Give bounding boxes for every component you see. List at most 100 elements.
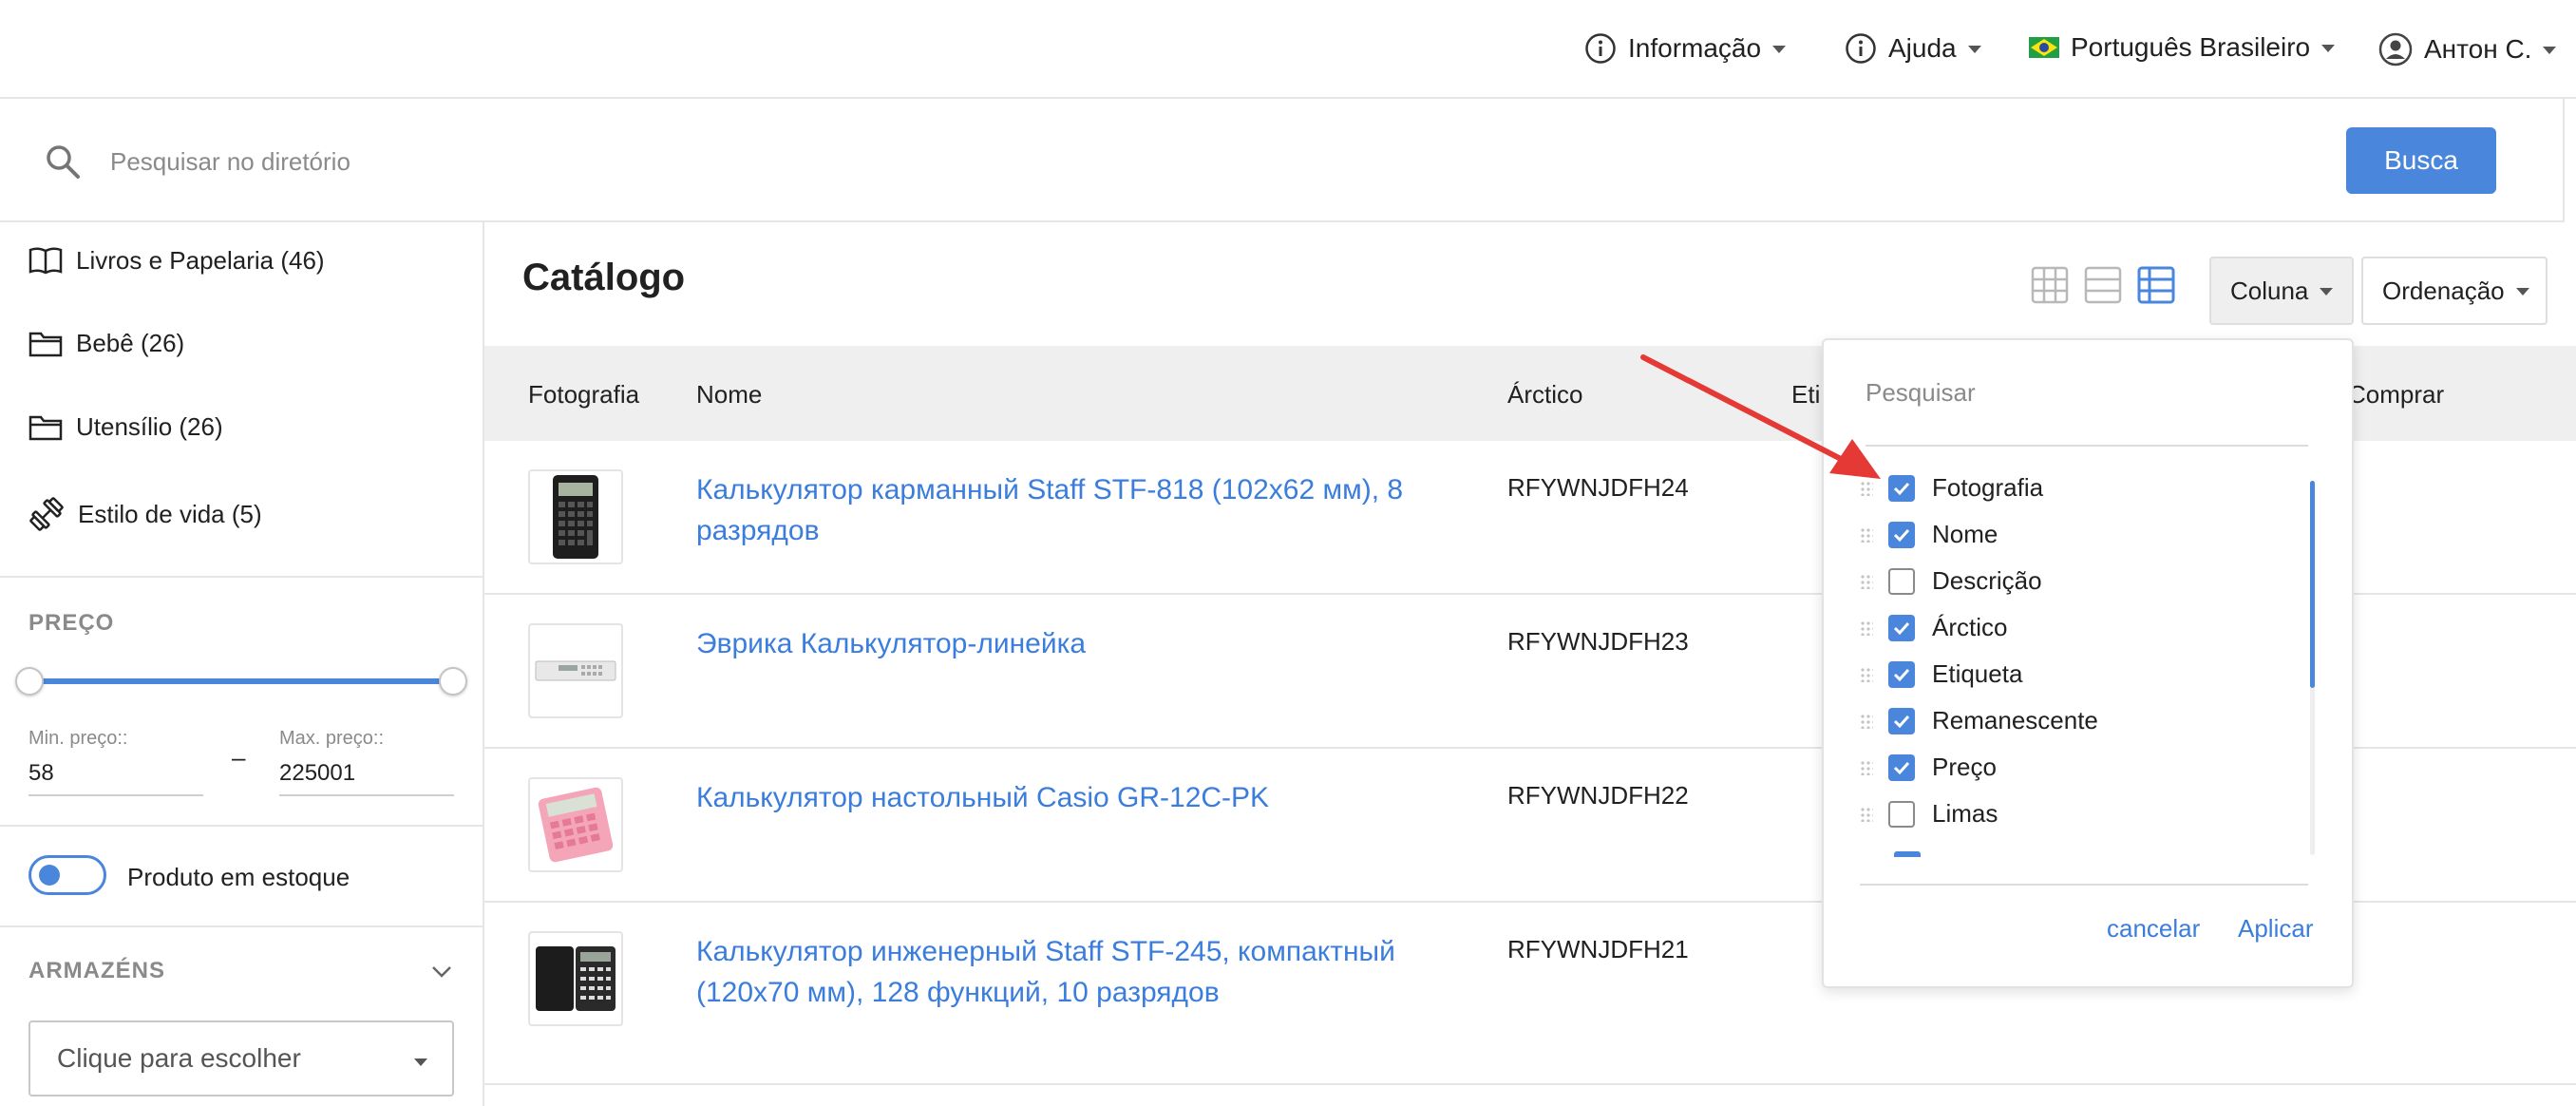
warehouse-select[interactable]: Clique para escolher [28, 1020, 454, 1096]
column-option-description[interactable]: Descrição [1860, 566, 2042, 596]
chevron-down-icon [1772, 46, 1787, 53]
product-thumbnail[interactable] [528, 777, 623, 872]
column-option-label: Descrição [1932, 566, 2042, 595]
checkbox-unchecked[interactable] [1888, 800, 1915, 828]
product-thumbnail[interactable] [528, 469, 623, 564]
search-input[interactable] [110, 141, 1535, 182]
column-option-label: Nome [1932, 520, 1998, 548]
divider [0, 825, 483, 827]
column-option-tag[interactable]: Etiqueta [1860, 659, 2022, 689]
brazil-flag-icon [2029, 37, 2059, 58]
warehouse-select-placeholder: Clique para escolher [57, 1043, 301, 1073]
sort-button-label: Ordenação [2382, 276, 2505, 305]
sidebar-item-lifestyle[interactable]: Estilo de vida (5) [28, 496, 262, 532]
dumbbell-icon [29, 497, 64, 531]
column-option-remaining[interactable]: Remanescente [1860, 706, 2098, 735]
column-option-label: Remanescente [1932, 706, 2098, 734]
column-button[interactable]: Coluna [2209, 257, 2354, 325]
checkbox-unchecked[interactable] [1888, 567, 1915, 595]
checkbox-checked[interactable] [1888, 521, 1915, 548]
sidebar-item-baby[interactable]: Bebê (26) [28, 329, 184, 358]
drag-handle-icon[interactable] [1860, 620, 1873, 636]
sidebar-item-label: Livros e Papelaria (46) [76, 245, 325, 275]
search-button[interactable]: Busca [2346, 127, 2496, 194]
product-thumbnail[interactable] [528, 931, 623, 1026]
product-name-link[interactable]: Калькулятор карманный Staff STF-818 (102… [696, 469, 1437, 551]
folder-icon [28, 415, 63, 440]
list-view-icon[interactable] [2084, 266, 2122, 304]
sidebar-item-books[interactable]: Livros e Papelaria (46) [28, 245, 325, 276]
column-header-article[interactable]: Árctico [1507, 380, 1582, 410]
sidebar: Livros e Papelaria (46) Bebê (26) Utensí… [0, 222, 484, 1106]
chevron-down-icon[interactable] [429, 962, 454, 981]
user-menu-label: Антон С. [2424, 34, 2532, 64]
in-stock-toggle[interactable] [28, 855, 106, 895]
column-button-label: Coluna [2230, 276, 2309, 305]
column-option-price[interactable]: Preço [1860, 753, 1997, 782]
price-range-separator: – [232, 743, 246, 772]
user-menu[interactable]: Антон С. [2378, 32, 2557, 67]
help-menu[interactable]: Ajuda [1845, 32, 1981, 65]
table-view-icon[interactable] [2137, 266, 2175, 304]
column-option-label: Preço [1932, 753, 1997, 781]
drag-handle-icon[interactable] [1860, 666, 1873, 682]
column-option-label: Limas [1932, 799, 1998, 828]
info-icon [1846, 33, 1876, 64]
checkbox-checked[interactable] [1888, 474, 1915, 502]
column-option-name[interactable]: Nome [1860, 520, 1998, 549]
product-name-link[interactable]: Эврика Калькулятор-линейка [696, 623, 1437, 664]
price-slider-track[interactable] [28, 678, 454, 684]
max-price-label: Max. preço:: [279, 728, 385, 749]
max-price-input[interactable]: 225001 [279, 760, 454, 796]
column-option-label: Etiqueta [1932, 659, 2023, 688]
language-menu[interactable]: Português Brasileiro [2029, 32, 2336, 63]
column-option-article[interactable]: Árctico [1860, 613, 2007, 642]
search-icon [47, 145, 80, 179]
user-avatar-icon [2378, 32, 2413, 67]
column-header-name[interactable]: Nome [696, 380, 762, 410]
search-bar: Busca [0, 99, 2565, 222]
drag-handle-icon[interactable] [1860, 713, 1873, 729]
warehouses-section-title: ARMAZÉNS [28, 958, 165, 983]
info-menu[interactable]: Informação [1584, 32, 1787, 65]
product-name-link[interactable]: Калькулятор инженерный Staff STF-245, ко… [696, 931, 1437, 1013]
checkbox-checked[interactable] [1888, 753, 1915, 781]
chevron-down-icon [2321, 45, 2336, 52]
chevron-down-icon [2543, 47, 2557, 54]
column-option-files[interactable]: Limas [1860, 799, 1998, 829]
cancel-button[interactable]: cancelar [2107, 914, 2200, 944]
drag-handle-icon[interactable] [1860, 806, 1873, 822]
product-sku: RFYWNJDFH23 [1507, 627, 1689, 656]
checkbox-checked[interactable] [1888, 614, 1915, 641]
drag-handle-icon[interactable] [1860, 526, 1873, 543]
price-slider-min-handle[interactable] [15, 667, 44, 696]
column-header-buy[interactable]: Comprar [2348, 380, 2444, 410]
sidebar-item-label: Estilo de vida (5) [78, 499, 262, 528]
column-header-photo[interactable]: Fotografia [528, 380, 639, 410]
checkbox-checked[interactable] [1888, 707, 1915, 734]
info-menu-label: Informação [1628, 33, 1762, 63]
product-thumbnail[interactable] [528, 623, 623, 718]
product-sku: RFYWNJDFH21 [1507, 935, 1689, 963]
pink-calculator-image [538, 787, 614, 863]
apply-button[interactable]: Aplicar [2238, 914, 2313, 944]
chevron-down-icon [2515, 288, 2529, 296]
annotation-arrow-icon [1640, 354, 1881, 479]
product-name-link[interactable]: Калькулятор настольный Casio GR-12C-PK [696, 777, 1437, 818]
sort-button[interactable]: Ordenação [2361, 257, 2548, 325]
grid-view-icon[interactable] [2031, 266, 2069, 304]
divider [1866, 445, 2308, 447]
column-list: Fotografia Nome Descrição Árctico Etique… [1824, 460, 2318, 720]
column-option-label: Árctico [1932, 613, 2008, 641]
chevron-down-icon [1967, 46, 1981, 53]
sidebar-item-utensil[interactable]: Utensílio (26) [28, 412, 223, 442]
min-price-input[interactable]: 58 [28, 760, 203, 796]
drag-handle-icon[interactable] [1860, 573, 1873, 589]
chevron-down-icon [2320, 288, 2334, 296]
checkbox-checked[interactable] [1894, 851, 1921, 857]
column-dropdown: Pesquisar Fotografia Nome Descrição Árct… [1822, 338, 2354, 988]
price-slider-max-handle[interactable] [439, 667, 467, 696]
checkbox-checked[interactable] [1888, 660, 1915, 688]
drag-handle-icon[interactable] [1860, 759, 1873, 775]
sidebar-item-label: Bebê (26) [76, 329, 185, 357]
